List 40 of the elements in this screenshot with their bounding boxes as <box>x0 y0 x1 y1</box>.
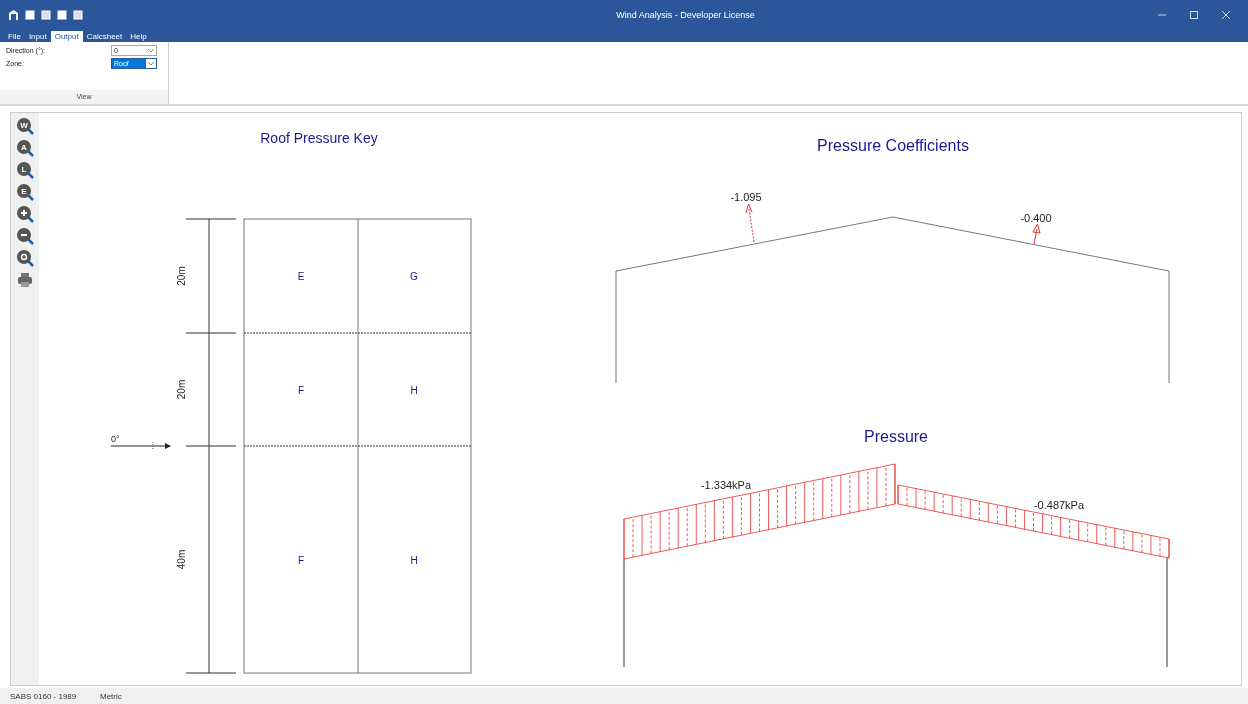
close-icon[interactable] <box>1222 11 1230 19</box>
menu-tab[interactable]: Output <box>50 31 83 42</box>
zoom-icon[interactable] <box>16 227 34 245</box>
diagram-title: Roof Pressure Key <box>260 130 378 146</box>
zoom-icon[interactable]: L <box>16 161 34 179</box>
dimension-label: 20m <box>176 379 187 400</box>
zoom-icon[interactable]: W <box>16 117 34 135</box>
print-icon[interactable] <box>16 271 34 289</box>
zone-label: H <box>410 384 418 396</box>
window-title: Wind Analysis - Developer License <box>615 10 755 20</box>
zone-label: H <box>410 554 418 566</box>
menu-tab[interactable]: File <box>4 31 25 42</box>
zone-label: F <box>297 554 305 566</box>
zoom-icon[interactable] <box>16 205 34 223</box>
menu-tab[interactable]: Help <box>126 31 151 42</box>
coefficient-value: -0.400 <box>1020 212 1052 224</box>
status-text: SABS 0160 - 1989 <box>9 691 78 701</box>
coefficient-value: -1.095 <box>730 191 762 203</box>
zone-label: F <box>297 384 305 396</box>
minimize-icon[interactable] <box>1158 11 1166 19</box>
status-text: Metric <box>99 691 123 701</box>
direction-label: 0° <box>111 434 120 444</box>
menu-tab[interactable]: Input <box>24 31 51 42</box>
zoom-icon[interactable] <box>16 249 34 267</box>
pressure-arrow <box>1032 223 1041 245</box>
zoom-icon[interactable]: A <box>16 139 34 157</box>
menu-tab[interactable]: Calcsheet <box>82 31 127 42</box>
pressure-value: -0.487kPa <box>1033 499 1085 511</box>
zoom-icon[interactable]: E <box>16 183 34 201</box>
maximize-icon[interactable] <box>1190 11 1198 19</box>
zone-label: G <box>410 271 418 282</box>
diagram-title: Pressure <box>864 428 928 445</box>
dimension-label: 40m <box>176 549 187 570</box>
diagram-title: Pressure Coefficients <box>817 137 969 154</box>
pressure-value: -1.334kPa <box>700 479 752 491</box>
zone-label: E <box>297 271 305 282</box>
app-icon <box>8 10 19 20</box>
wind-arrow <box>110 441 171 451</box>
pressure-arrow <box>745 203 755 243</box>
dimension-label: 20m <box>176 266 187 286</box>
